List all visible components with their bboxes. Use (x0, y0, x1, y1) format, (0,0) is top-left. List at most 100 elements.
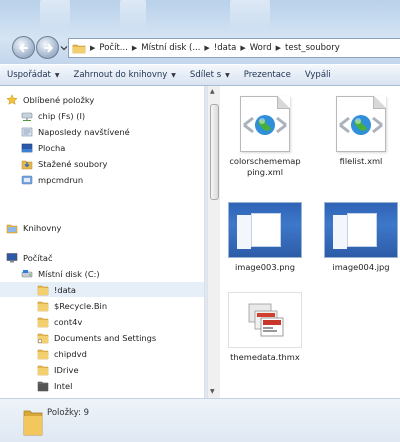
file-name: image004.jpg (332, 262, 390, 272)
address-bar[interactable]: ▶ Počít... ▶ Místní disk (... ▶ !data ▶ … (68, 38, 400, 58)
share-with-menu[interactable]: Sdílet s ▼ (183, 70, 237, 80)
xml-file-icon (240, 96, 290, 152)
theme-file-icon (228, 292, 302, 348)
slideshow-label: Prezentace (243, 70, 291, 80)
scroll-down-icon[interactable]: ▼ (210, 388, 215, 395)
nav-item-label: Stažené soubory (38, 158, 108, 169)
network-drive-icon (21, 112, 33, 121)
star-icon (6, 93, 18, 105)
file-name-line: colorschememap (229, 156, 301, 166)
file-name: filelist.xml (316, 156, 400, 167)
folder-icon (37, 317, 49, 327)
file-name-line: ping.xml (246, 167, 284, 177)
include-in-library-menu[interactable]: Zahrnout do knihovny ▼ (67, 70, 183, 80)
dropdown-arrow-icon: ▼ (171, 71, 176, 79)
folder-large-icon (23, 410, 43, 436)
nav-item-label: Naposledy navštívené (38, 126, 130, 137)
breadcrumb-separator-icon[interactable]: ▶ (90, 44, 95, 52)
image-thumbnail (228, 202, 302, 258)
nav-libraries[interactable]: Knihovny (0, 220, 204, 235)
libraries-icon (6, 224, 18, 233)
nav-item-label: Plocha (38, 142, 66, 153)
forward-button[interactable] (36, 36, 59, 59)
nav-item-desktop[interactable]: Plocha (0, 140, 204, 155)
breadcrumb-computer[interactable]: Počít... (99, 43, 128, 53)
nav-folder-intel[interactable]: Intel (0, 378, 204, 393)
nav-libraries-label: Knihovny (23, 222, 62, 233)
nav-folder-chipdvd[interactable]: chipdvd (0, 346, 204, 361)
burn-button[interactable]: Vypáli (298, 70, 338, 80)
nav-item-label: chip (Fs) (I) (38, 110, 86, 121)
nav-folder-data[interactable]: !data (0, 282, 204, 297)
back-arrow-icon (18, 43, 28, 53)
breadcrumb-separator-icon[interactable]: ▶ (204, 44, 209, 52)
command-bar: Uspořádat ▼ Zahrnout do knihovny ▼ Sdílet … (0, 64, 400, 86)
computer-icon (6, 252, 18, 262)
navigation-pane: Oblíbené položky chip (Fs) (I) Naposledy… (0, 86, 205, 398)
file-item-image004[interactable]: image004.jpg (324, 202, 398, 273)
file-name-line: filelist.xml (339, 156, 383, 166)
nav-item-downloads[interactable]: Stažené soubory (0, 156, 204, 171)
window-titlebar: ▶ Počít... ▶ Místní disk (... ▶ !data ▶ … (0, 0, 400, 64)
folder-icon (37, 285, 49, 295)
file-item-colorschememapping[interactable]: colorschememap ping.xml (220, 96, 310, 178)
desktop-icon (21, 143, 33, 152)
organize-label: Uspořádat (7, 70, 51, 80)
nav-folder-documents-and-settings[interactable]: Documents and Settings (0, 330, 204, 345)
nav-folder-label: !data (54, 284, 77, 295)
nav-computer-label: Počítač (23, 252, 53, 263)
nav-folder-recycle-bin[interactable]: $Recycle.Bin (0, 298, 204, 313)
nav-computer[interactable]: Počítač (0, 250, 204, 265)
folder-icon (37, 365, 49, 375)
burn-label: Vypáli (304, 70, 331, 80)
folder-icon (72, 44, 86, 53)
xml-file-icon (336, 96, 386, 152)
organize-menu[interactable]: Uspořádat ▼ (0, 70, 67, 80)
nav-item-label: mpcmdrun (38, 174, 84, 185)
file-item-image003[interactable]: image003.png (228, 202, 302, 273)
folder-shortcut-icon (37, 333, 49, 343)
nav-item-mpcmdrun[interactable]: mpcmdrun (0, 172, 204, 187)
file-name: colorschememap ping.xml (220, 156, 310, 178)
folder-dark-icon (37, 381, 49, 391)
file-item-filelist[interactable]: filelist.xml (316, 96, 400, 167)
nav-folder-label: Documents and Settings (54, 332, 157, 343)
breadcrumb-separator-icon[interactable]: ▶ (132, 44, 137, 52)
breadcrumb-test-soubory[interactable]: test_soubory (285, 43, 340, 53)
nav-pane-scrollbar[interactable]: ▲ ▼ (207, 86, 220, 398)
nav-folder-label: Intel (54, 380, 73, 391)
nav-folder-label: IDrive (54, 364, 79, 375)
scroll-up-icon[interactable]: ▲ (210, 88, 215, 95)
breadcrumb-word[interactable]: Word (250, 43, 272, 53)
nav-item-local-disk[interactable]: Místní disk (C:) (0, 266, 204, 281)
breadcrumb-separator-icon[interactable]: ▶ (276, 44, 281, 52)
include-in-library-label: Zahrnout do knihovny (73, 70, 168, 80)
recent-pages-dropdown-icon[interactable] (60, 44, 68, 52)
forward-arrow-icon (44, 43, 54, 53)
folder-icon (37, 349, 49, 359)
nav-folder-idrive[interactable]: IDrive (0, 362, 204, 377)
nav-folder-cont4v[interactable]: cont4v (0, 314, 204, 329)
file-item-themedata[interactable]: themedata.thmx (220, 292, 310, 363)
image-thumbnail (324, 202, 398, 258)
glass-highlight (230, 0, 270, 30)
slideshow-button[interactable]: Prezentace (237, 70, 298, 80)
recent-places-icon (21, 127, 33, 136)
nav-favorites[interactable]: Oblíbené položky (0, 92, 204, 107)
share-with-label: Sdílet s (189, 70, 222, 80)
glass-highlight (120, 0, 146, 30)
nav-item-recent-places[interactable]: Naposledy navštívené (0, 124, 204, 139)
breadcrumb-data[interactable]: !data (214, 43, 237, 53)
dropdown-arrow-icon: ▼ (225, 71, 230, 79)
back-button[interactable] (12, 36, 35, 59)
nav-folder-label: chipdvd (54, 348, 87, 359)
file-list: colorschememap ping.xml filelist.xml ima… (220, 86, 400, 398)
nav-item-chip[interactable]: chip (Fs) (I) (0, 108, 204, 123)
breadcrumb-separator-icon[interactable]: ▶ (240, 44, 245, 52)
breadcrumb-local-disk[interactable]: Místní disk (... (141, 43, 200, 53)
shortcut-folder-icon (21, 175, 33, 184)
nav-item-label: Místní disk (C:) (38, 268, 100, 279)
nav-favorites-label: Oblíbené položky (23, 94, 95, 105)
scrollbar-thumb[interactable] (210, 104, 219, 200)
nav-folder-label: cont4v (54, 316, 83, 327)
